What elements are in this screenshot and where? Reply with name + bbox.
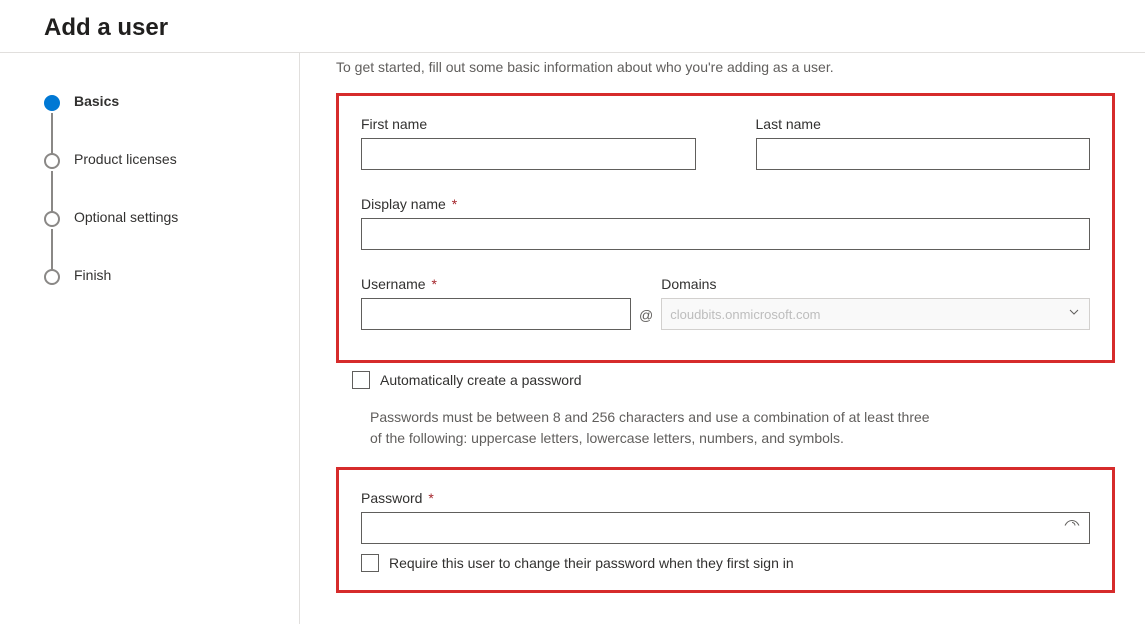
required-marker: * (428, 490, 433, 506)
last-name-label: Last name (756, 116, 1091, 132)
password-group: Password * (361, 490, 1090, 544)
step-circle-icon (44, 211, 60, 227)
password-hint: Passwords must be between 8 and 256 char… (370, 407, 930, 449)
step-label: Product licenses (74, 151, 177, 209)
require-change-label: Require this user to change their passwo… (389, 555, 794, 571)
wizard-sidebar: Basics Product licenses Optional setting… (0, 53, 300, 624)
wizard-steps-list: Basics Product licenses Optional setting… (44, 93, 279, 285)
display-name-input[interactable] (361, 218, 1090, 250)
step-circle-icon (44, 153, 60, 169)
first-name-group: First name (361, 116, 696, 170)
basics-highlight-box: First name Last name Display name * (336, 93, 1115, 363)
password-highlight-box: Password * Require this user to change t… (336, 467, 1115, 593)
auto-password-checkbox[interactable] (352, 371, 370, 389)
at-symbol: @ (639, 307, 653, 330)
first-name-label: First name (361, 116, 696, 132)
password-input[interactable] (361, 512, 1090, 544)
wizard-step-basics[interactable]: Basics (44, 93, 279, 151)
wizard-step-product-licenses[interactable]: Product licenses (44, 151, 279, 209)
step-label: Optional settings (74, 209, 178, 267)
label-text: Display name (361, 196, 446, 212)
eye-icon[interactable] (1064, 518, 1080, 539)
display-name-group: Display name * (361, 196, 1090, 250)
display-name-row: Display name * (361, 196, 1090, 250)
step-label: Basics (74, 93, 119, 151)
step-label: Finish (74, 267, 111, 283)
require-change-checkbox[interactable] (361, 554, 379, 572)
step-circle-icon (44, 269, 60, 285)
auto-password-label: Automatically create a password (380, 372, 582, 388)
first-name-input[interactable] (361, 138, 696, 170)
name-row: First name Last name (361, 116, 1090, 170)
page-title: Add a user (44, 14, 1101, 42)
required-marker: * (452, 196, 457, 212)
auto-password-row: Automatically create a password (352, 371, 1115, 389)
domain-select[interactable] (661, 298, 1090, 330)
last-name-input[interactable] (756, 138, 1091, 170)
step-connector (51, 113, 53, 155)
intro-text: To get started, fill out some basic info… (336, 53, 1115, 75)
wizard-step-optional-settings[interactable]: Optional settings (44, 209, 279, 267)
page-header: Add a user (0, 0, 1145, 53)
wizard-step-finish[interactable]: Finish (44, 267, 279, 285)
username-domain-row: Username * @ Domains (361, 276, 1090, 330)
required-marker: * (431, 276, 436, 292)
require-change-row: Require this user to change their passwo… (361, 554, 1090, 572)
username-group: Username * (361, 276, 631, 330)
step-connector (51, 229, 53, 271)
username-input[interactable] (361, 298, 631, 330)
last-name-group: Last name (756, 116, 1091, 170)
display-name-label: Display name * (361, 196, 1090, 212)
step-circle-icon (44, 95, 60, 111)
step-connector (51, 171, 53, 213)
label-text: Username (361, 276, 426, 292)
label-text: Password (361, 490, 422, 506)
domain-group: Domains (661, 276, 1090, 330)
main-container: Basics Product licenses Optional setting… (0, 53, 1145, 624)
username-label: Username * (361, 276, 631, 292)
domains-label: Domains (661, 276, 1090, 292)
password-label: Password * (361, 490, 1090, 506)
form-area: To get started, fill out some basic info… (300, 53, 1145, 624)
